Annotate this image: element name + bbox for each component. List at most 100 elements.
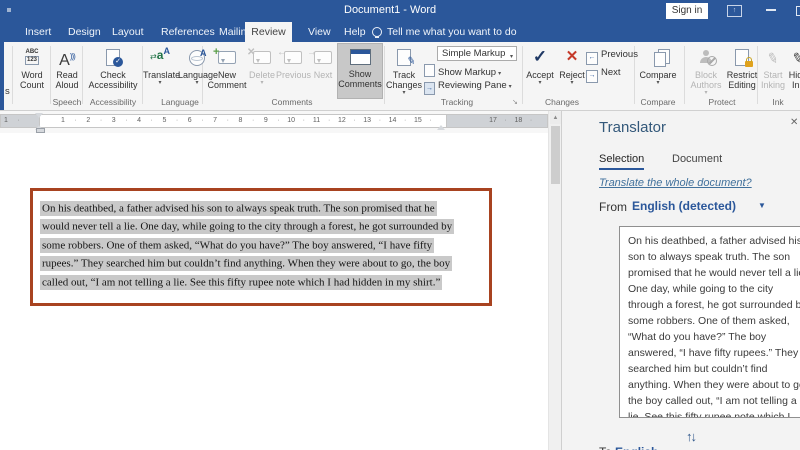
word-count-button[interactable]: ABC123 Word Count xyxy=(14,45,50,97)
ribbon: s ABC123 Word Count A))) Read Aloud Spee… xyxy=(0,42,800,111)
document-scrollbar[interactable]: ▲ xyxy=(548,111,561,450)
selected-text-line: On his deathbed, a father advised his so… xyxy=(40,201,437,216)
swap-languages-icon[interactable]: ↑↓ xyxy=(686,429,695,444)
start-inking-button[interactable]: ✎ Start Inking xyxy=(760,45,786,97)
scroll-up-icon[interactable]: ▲ xyxy=(550,112,561,124)
tab-review-active[interactable]: Review xyxy=(245,22,292,42)
new-comment-icon: + xyxy=(218,51,236,64)
group-label-compare: Compare xyxy=(638,97,678,108)
group-divider xyxy=(50,46,51,104)
selected-text-line: would never tell a lie. One day, while g… xyxy=(40,219,454,234)
track-changes-icon: ✎ xyxy=(397,49,411,66)
scrollbar-thumb[interactable] xyxy=(551,126,560,184)
chevron-down-icon[interactable]: ▼ xyxy=(758,201,766,210)
dropdown-caret: ▾ xyxy=(143,80,177,86)
right-indent-marker[interactable] xyxy=(437,121,445,130)
hide-ink-icon: ✎ xyxy=(790,49,800,68)
group-label-changes: Changes xyxy=(532,97,592,108)
previous-comment-button[interactable]: ← Previous xyxy=(276,45,310,97)
to-language-row: To English xyxy=(599,445,658,450)
track-changes-button[interactable]: ✎ Track Changes ▾ xyxy=(386,45,422,97)
show-markup-icon xyxy=(424,64,435,77)
selected-text-line: called out, “I am not telling a lie. See… xyxy=(40,275,442,290)
minimize-icon[interactable] xyxy=(766,9,776,11)
sign-in-button[interactable]: Sign in xyxy=(666,3,708,19)
dropdown-caret: ▾ xyxy=(509,84,512,90)
dropdown-caret: ▾ xyxy=(688,90,724,96)
ribbon-tab-bar: Insert Design Layout References Mailings… xyxy=(0,22,800,42)
next-comment-button[interactable]: → Next xyxy=(310,45,336,97)
display-for-review-value: Simple Markup xyxy=(442,48,505,59)
document-paragraph[interactable]: On his deathbed, a father advised his so… xyxy=(40,199,490,292)
tab-view[interactable]: View xyxy=(308,22,331,42)
word-window: Document1 - Word Sign in ↑ Insert Design… xyxy=(0,0,800,450)
tab-layout[interactable]: Layout xyxy=(112,22,144,42)
close-icon[interactable]: ✕ xyxy=(790,117,798,128)
next-comment-icon: → xyxy=(314,51,332,64)
reject-button[interactable]: ✕ Reject ▾ xyxy=(557,45,587,97)
group-divider xyxy=(522,46,523,104)
read-aloud-button[interactable]: A))) Read Aloud xyxy=(52,45,82,97)
translate-button[interactable]: ⇄aA Translate ▾ xyxy=(143,45,177,97)
show-comments-icon xyxy=(350,49,371,65)
tab-references[interactable]: References xyxy=(161,22,215,42)
to-language-dropdown[interactable]: English xyxy=(615,445,658,450)
dropdown-caret: ▾ xyxy=(524,80,556,86)
source-text-box[interactable]: On his deathbed, a father advised his so… xyxy=(619,226,800,418)
group-label-tracking: Tracking xyxy=(422,97,492,108)
new-comment-button[interactable]: + New Comment xyxy=(206,45,248,97)
group-label-protect: Protect xyxy=(694,97,750,108)
translate-icon: ⇄aA xyxy=(143,46,177,70)
restrict-editing-button[interactable]: Restrict Editing xyxy=(724,45,760,97)
ribbon-display-options-icon[interactable]: ↑ xyxy=(727,5,742,17)
display-for-review-select[interactable]: Simple Markup ▾ xyxy=(437,46,517,61)
dropdown-caret: ▾ xyxy=(638,80,678,86)
from-language-dropdown[interactable]: English (detected) xyxy=(632,199,736,213)
tab-document[interactable]: Document xyxy=(672,153,722,165)
compare-button[interactable]: Compare ▾ xyxy=(638,45,678,97)
accept-icon: ✓ xyxy=(533,47,547,66)
tab-selection[interactable]: Selection xyxy=(599,153,644,170)
document-page[interactable]: On his deathbed, a father advised his so… xyxy=(0,133,548,450)
selected-text-line: rupees.” They searched him but couldn’t … xyxy=(40,256,452,271)
show-markup-button[interactable]: Show Markup▾ xyxy=(424,64,501,79)
read-aloud-icon: A))) xyxy=(59,52,75,69)
check-accessibility-icon: ✓ xyxy=(106,49,120,66)
tab-design[interactable]: Design xyxy=(68,22,101,42)
pane-title: Translator xyxy=(599,119,666,136)
group-divider xyxy=(384,46,385,104)
previous-comment-icon: ← xyxy=(284,51,302,64)
accept-button[interactable]: ✓ Accept ▾ xyxy=(524,45,556,97)
dropdown-caret: ▾ xyxy=(557,80,587,86)
previous-change-icon: ← xyxy=(586,52,598,65)
title-bar: Document1 - Word Sign in ↑ xyxy=(0,0,800,22)
dropdown-caret: ▾ xyxy=(386,90,422,96)
horizontal-ruler[interactable]: 1·1·2·3·4·5·6·7·8·9·10·11·12·13·14·15·17… xyxy=(0,111,548,133)
from-label: From xyxy=(599,200,627,214)
reviewing-pane-button[interactable]: →Reviewing Pane▾ xyxy=(424,80,512,95)
tab-help[interactable]: Help xyxy=(344,22,366,42)
group-label-speech: Speech xyxy=(47,97,87,108)
delete-comment-button[interactable]: ✕ Delete ▾ xyxy=(248,45,276,97)
maximize-icon[interactable] xyxy=(796,6,800,16)
hide-ink-button[interactable]: ✎ Hide Ink xyxy=(784,45,800,97)
group-label-language: Language xyxy=(152,97,208,108)
translate-whole-document-link[interactable]: Translate the whole document? xyxy=(599,177,752,189)
check-accessibility-button[interactable]: ✓ Check Accessibility xyxy=(84,45,142,97)
tell-me-lightbulb-icon xyxy=(372,27,382,37)
group-divider xyxy=(82,46,83,104)
previous-change-button[interactable]: ←Previous xyxy=(586,49,638,64)
tab-insert[interactable]: Insert xyxy=(25,22,51,42)
cut-button-label: s xyxy=(5,86,10,97)
translator-pane: ✕ Translator Selection Document Translat… xyxy=(561,111,800,450)
compare-icon xyxy=(650,49,666,65)
group-label-comments: Comments xyxy=(262,97,322,108)
show-comments-button[interactable]: Show Comments xyxy=(337,43,383,99)
tracking-dialog-launcher-icon[interactable]: ↘ xyxy=(512,98,518,106)
delete-comment-icon: ✕ xyxy=(253,51,271,64)
tell-me-box[interactable]: Tell me what you want to do xyxy=(387,22,517,42)
block-authors-button[interactable]: Block Authors ▾ xyxy=(688,45,724,97)
next-change-button[interactable]: →Next xyxy=(586,67,621,82)
reject-icon: ✕ xyxy=(566,48,579,65)
group-label-accessibility: Accessibility xyxy=(84,97,142,108)
